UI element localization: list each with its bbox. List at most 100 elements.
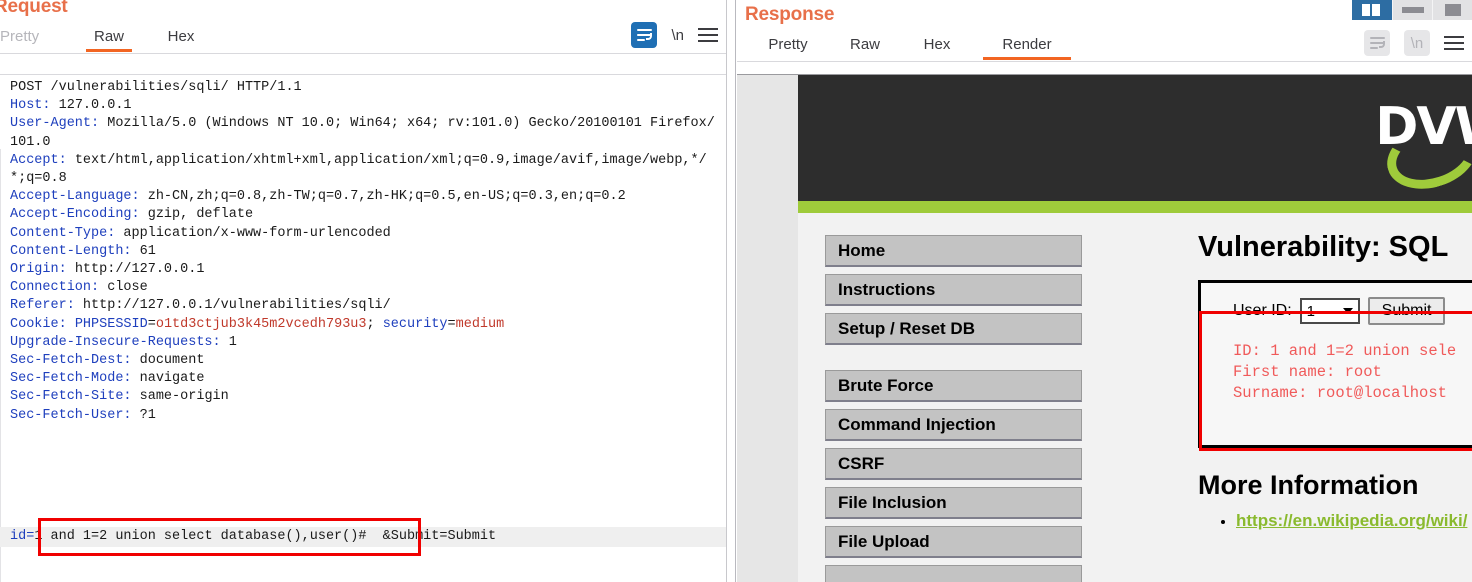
request-tab-raw[interactable]: Raw [86, 28, 132, 52]
editor-gutter [0, 149, 1, 582]
result-line-first-name: First name: root [1233, 363, 1382, 381]
header-value-origin: http://127.0.0.1 [66, 262, 205, 278]
burp-suite-repeater-window: Request Pretty Raw Hex \n POST /vulnerab… [0, 0, 1472, 582]
request-toolbar: \n [631, 22, 718, 48]
submit-button[interactable]: Submit [1367, 297, 1446, 325]
dvwa-header-banner: DVW [798, 75, 1472, 201]
sidebar-item-instructions[interactable]: Instructions [825, 274, 1082, 306]
newline-label: \n [1410, 34, 1424, 52]
request-tab-raw-label: Raw [93, 28, 124, 45]
request-tab-hex[interactable]: Hex [161, 28, 201, 52]
hamburger-menu-icon[interactable] [698, 27, 718, 43]
header-value-sec-fetch-dest: document [131, 353, 205, 369]
word-wrap-glyph [636, 28, 652, 42]
response-tab-pretty-label: Pretty [768, 36, 808, 53]
header-name-cookie: Cookie: [10, 316, 67, 332]
request-raw-editor[interactable]: POST /vulnerabilities/sqli/ HTTP/1.1 Hos… [0, 74, 726, 582]
header-value-sec-fetch-mode: navigate [131, 371, 205, 387]
tab-underline [757, 57, 819, 60]
vertical-split-icon [1362, 4, 1382, 16]
split-view-controls [1352, 0, 1472, 20]
word-wrap-icon[interactable] [1364, 30, 1390, 56]
cookie-phpsessid-value: o1td3ctjub3k45m2vcedh793u3 [155, 316, 367, 332]
response-render-area[interactable]: DVW Home Instructions Setup / Reset DB B… [737, 74, 1472, 582]
tab-underline [983, 57, 1071, 60]
user-id-form: User ID: 1 Submit [1233, 297, 1472, 325]
header-name-origin: Origin: [10, 262, 67, 278]
wikipedia-link[interactable]: https://en.wikipedia.org/wiki/ [1236, 511, 1467, 530]
panel-divider[interactable] [726, 0, 736, 582]
horizontal-split-button[interactable] [1392, 0, 1432, 20]
sidebar-separator [825, 352, 1082, 370]
header-name-content-length: Content-Length: [10, 243, 132, 259]
header-value-accept-encoding: gzip, deflate [139, 207, 254, 223]
sidebar-item-home[interactable]: Home [825, 235, 1082, 267]
header-name-referer: Referer: [10, 298, 75, 314]
header-name-sec-fetch-site: Sec-Fetch-Site: [10, 389, 132, 405]
word-wrap-icon[interactable] [631, 22, 658, 48]
chevron-down-icon [1342, 308, 1353, 314]
dvwa-sidebar-menu: Home Instructions Setup / Reset DB Brute… [825, 235, 1082, 582]
request-tab-pretty-label: Pretty [0, 28, 40, 45]
request-panel: Request Pretty Raw Hex \n POST /vulnerab… [0, 0, 726, 582]
response-tab-pretty[interactable]: Pretty [757, 36, 819, 60]
response-tab-render-label: Render [1002, 36, 1052, 53]
request-raw-text: POST /vulnerabilities/sqli/ HTTP/1.1 Hos… [10, 80, 715, 423]
response-panel: Response Pretty Raw Hex Render \n DV Hom… [737, 0, 1472, 582]
tabstrip-divider [737, 61, 1472, 62]
response-tab-hex[interactable]: Hex [913, 36, 961, 60]
tab-underline [839, 57, 891, 60]
header-name-content-type: Content-Type: [10, 225, 116, 241]
response-tab-raw[interactable]: Raw [839, 36, 891, 60]
request-tabstrip: Pretty Raw Hex \n [0, 18, 726, 54]
header-value-accept-language: zh-CN,zh;q=0.8,zh-TW;q=0.7,zh-HK;q=0.5,e… [139, 189, 626, 205]
sidebar-item-file-upload[interactable]: File Upload [825, 526, 1082, 558]
header-name-sec-fetch-user: Sec-Fetch-User: [10, 407, 132, 423]
vertical-split-button[interactable] [1352, 0, 1392, 20]
header-value-accept: text/html,application/xhtml+xml,applicat… [10, 152, 707, 187]
list-item: https://en.wikipedia.org/wiki/ [1236, 511, 1472, 531]
tab-underline [86, 49, 132, 52]
sidebar-item-brute-force[interactable]: Brute Force [825, 370, 1082, 402]
header-value-connection: close [99, 280, 148, 296]
newline-toggle-button[interactable]: \n [671, 27, 684, 44]
header-name-host: Host: [10, 98, 51, 114]
payload-highlight-box [38, 518, 421, 556]
more-information-heading: More Information [1198, 470, 1419, 500]
dvwa-green-stripe [798, 201, 1472, 213]
header-name-connection: Connection: [10, 280, 100, 296]
header-name-accept-language: Accept-Language: [10, 189, 140, 205]
tab-underline [0, 49, 56, 52]
sidebar-item-setup-reset-db[interactable]: Setup / Reset DB [825, 313, 1082, 345]
body-param-name: id= [10, 529, 35, 544]
header-value-upgrade-insecure-requests: 1 [220, 334, 237, 350]
response-tab-render[interactable]: Render [983, 36, 1071, 60]
header-value-sec-fetch-user: ?1 [131, 407, 156, 423]
result-line-id: ID: 1 and 1=2 union sele [1233, 342, 1457, 360]
single-pane-button[interactable] [1432, 0, 1472, 20]
newline-toggle-button[interactable]: \n [1404, 30, 1430, 56]
request-tab-pretty[interactable]: Pretty [0, 28, 56, 52]
user-id-select[interactable]: 1 [1299, 298, 1360, 324]
header-name-accept-encoding: Accept-Encoding: [10, 207, 140, 223]
header-name-upgrade-insecure-requests: Upgrade-Insecure-Requests: [10, 334, 221, 350]
header-value-content-type: application/x-www-form-urlencoded [115, 225, 391, 241]
more-information-list: https://en.wikipedia.org/wiki/ [1236, 511, 1472, 531]
hamburger-menu-icon[interactable] [1444, 35, 1464, 51]
single-pane-icon [1444, 4, 1461, 16]
dvwa-body: Home Instructions Setup / Reset DB Brute… [798, 213, 1472, 582]
header-value-host: 127.0.0.1 [50, 98, 132, 114]
result-line-surname: Surname: root@localhost [1233, 384, 1447, 402]
sidebar-item-file-inclusion[interactable]: File Inclusion [825, 487, 1082, 519]
render-left-margin [737, 75, 798, 582]
sidebar-item-next-partial[interactable] [825, 565, 1082, 582]
sidebar-item-command-injection[interactable]: Command Injection [825, 409, 1082, 441]
page-title: Vulnerability: SQL [1198, 231, 1449, 263]
cookie-phpsessid-name: PHPSESSID [74, 316, 148, 332]
horizontal-split-icon [1401, 7, 1424, 13]
request-tab-hex-label: Hex [167, 28, 195, 45]
sidebar-item-csrf[interactable]: CSRF [825, 448, 1082, 480]
header-value-sec-fetch-site: same-origin [131, 389, 229, 405]
tabstrip-divider [0, 53, 726, 54]
response-tab-hex-label: Hex [923, 36, 951, 53]
